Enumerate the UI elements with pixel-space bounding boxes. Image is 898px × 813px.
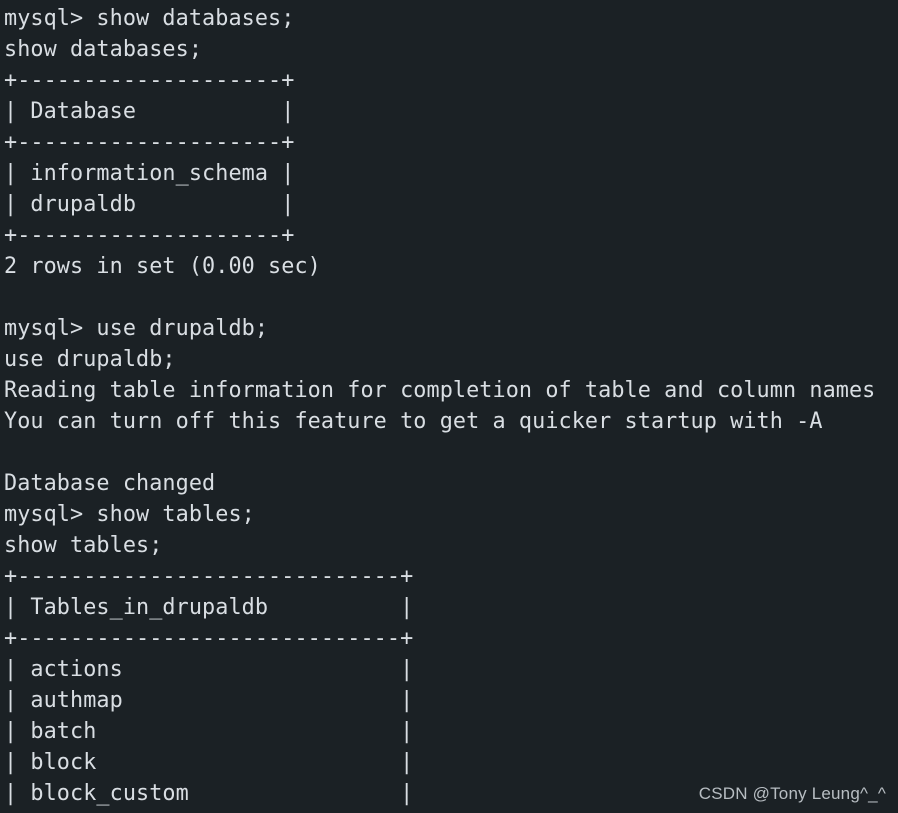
terminal-line: | block |: [4, 750, 414, 775]
terminal-line: show databases;: [4, 37, 203, 62]
terminal-line: +-----------------------------+: [4, 626, 414, 651]
terminal-line: mysql> use drupaldb;: [4, 316, 269, 341]
terminal-line: You can turn off this feature to get a q…: [4, 409, 823, 434]
terminal-line: show tables;: [4, 533, 163, 558]
terminal-line: use drupaldb;: [4, 347, 176, 372]
terminal-line: Database changed: [4, 471, 216, 496]
terminal-line: | batch |: [4, 719, 414, 744]
terminal-line: mysql> show tables;: [4, 502, 255, 527]
terminal-output: mysql> show databases; show databases; +--…: [4, 3, 875, 809]
terminal-line: +-----------------------------+: [4, 564, 414, 589]
terminal-line: | actions |: [4, 657, 414, 682]
terminal-line: +--------------------+: [4, 68, 295, 93]
terminal-line: | authmap |: [4, 688, 414, 713]
terminal-line: mysql> show databases;: [4, 6, 295, 31]
terminal-line: +--------------------+: [4, 130, 295, 155]
terminal-line: Reading table information for completion…: [4, 378, 876, 403]
terminal-window[interactable]: mysql> show databases; show databases; +--…: [0, 0, 898, 813]
terminal-line: | information_schema |: [4, 161, 295, 186]
terminal-line: | drupaldb |: [4, 192, 295, 217]
terminal-line: +--------------------+: [4, 223, 295, 248]
terminal-line: | Tables_in_drupaldb |: [4, 595, 414, 620]
terminal-line: | Database |: [4, 99, 295, 124]
watermark-label: CSDN @Tony Leung^_^: [698, 784, 886, 803]
terminal-line: 2 rows in set (0.00 sec): [4, 254, 321, 279]
